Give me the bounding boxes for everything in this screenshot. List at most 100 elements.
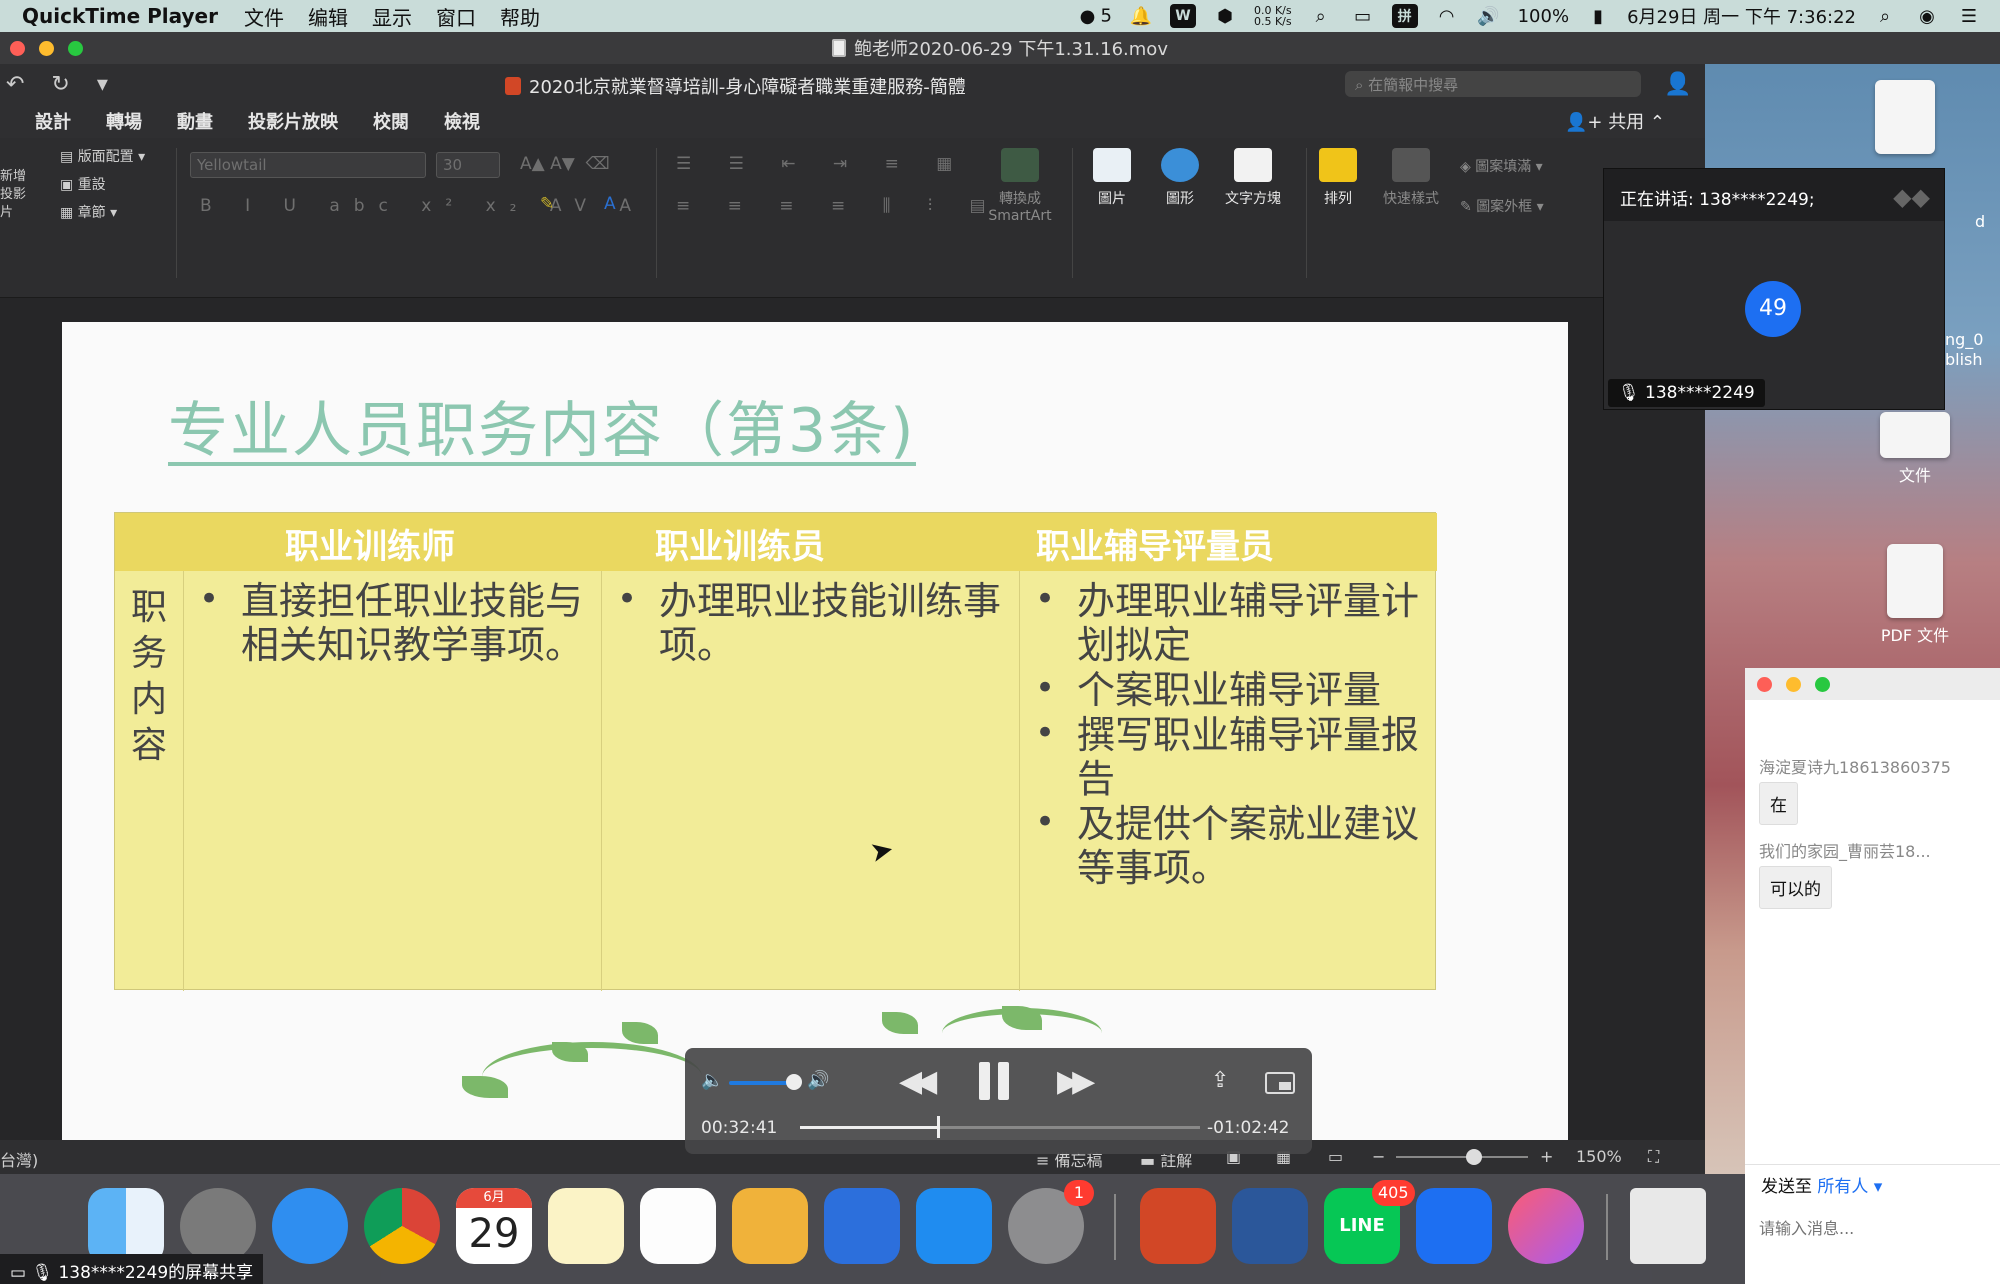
word-icon[interactable] (1232, 1188, 1308, 1264)
menu-view[interactable]: 显示 (372, 2, 412, 31)
chat-minimize-button[interactable] (1786, 677, 1801, 692)
chat-close-button[interactable] (1757, 677, 1772, 692)
volume-slider[interactable] (729, 1081, 793, 1085)
send-to-select[interactable]: 所有人 ▾ (1817, 1177, 1882, 1197)
textbox-button[interactable]: 文字方塊 (1218, 148, 1288, 208)
search-status-icon[interactable]: ⌕ (1308, 4, 1334, 28)
font-size-select[interactable]: 30 (436, 152, 500, 178)
safari-icon[interactable] (272, 1188, 348, 1264)
font-name-select[interactable]: Yellowtail (190, 152, 426, 178)
display-icon[interactable]: ▭ (1350, 4, 1376, 28)
wifi-icon[interactable]: ◠ (1434, 4, 1460, 28)
ppt-search-input[interactable]: ⌕ 在簡報中搜尋 (1345, 71, 1641, 97)
fast-forward-button[interactable]: ▶▶ (1057, 1064, 1095, 1099)
menu-window[interactable]: 窗口 (436, 2, 476, 31)
share-button[interactable]: 👤+ 共用 ⌃ (1565, 108, 1665, 134)
zoom-button[interactable] (68, 41, 83, 56)
list-format-icons[interactable]: ☰ ☰ ⇤ ⇥ ≡ ▦ (676, 154, 968, 174)
volume-low-icon[interactable]: 🔈 (701, 1070, 723, 1091)
zoom-slider-knob[interactable] (1466, 1149, 1482, 1165)
font-color-icon[interactable]: A (604, 194, 616, 214)
calendar-icon[interactable]: 6月 29 (456, 1188, 532, 1264)
scrubber-playhead[interactable] (937, 1116, 940, 1138)
align-icons[interactable]: ≡ ≡ ≡ ≡ ⫼ ⫶ ▤ (676, 196, 1002, 216)
reset-button[interactable]: ▣ 重設 (60, 174, 106, 194)
chat-zoom-button[interactable] (1815, 677, 1830, 692)
notes-app-icon[interactable] (548, 1188, 624, 1264)
tab-design[interactable]: 設計 (35, 108, 71, 134)
zoom-slider[interactable] (1396, 1156, 1528, 1158)
zoom-level[interactable]: 150% (1576, 1147, 1622, 1166)
battery-icon[interactable]: ▮ (1585, 4, 1611, 28)
tab-view[interactable]: 檢視 (444, 108, 480, 134)
highlight-icon[interactable]: ✎ (540, 194, 554, 214)
minimize-button[interactable] (39, 41, 54, 56)
app-store-icon[interactable] (916, 1188, 992, 1264)
tab-review[interactable]: 校閱 (373, 108, 409, 134)
pages-icon[interactable] (732, 1188, 808, 1264)
font-format-icons[interactable]: B I U abc x² x₂ AV A (200, 196, 645, 216)
wps-icon[interactable]: W (1169, 4, 1196, 28)
bell-icon[interactable]: 🔔 (1128, 4, 1154, 28)
desktop-file-pdf[interactable]: PDF 文件 (1855, 544, 1975, 646)
slide-table[interactable]: 职业训练师 职业训练员 职业辅导评量员 职务内容 直接担任职业技能与相关知识教学… (114, 512, 1437, 991)
share-icon[interactable]: ⇪ (1211, 1068, 1229, 1093)
menu-edit[interactable]: 编辑 (308, 2, 348, 31)
shape-outline-button[interactable]: ✎ 圖案外框 ▾ (1460, 196, 1544, 216)
clipboard-icon[interactable]: ⬢ (1212, 4, 1238, 28)
zoom-out-icon[interactable]: − (1372, 1147, 1385, 1166)
spotlight-icon[interactable]: ⌕ (1872, 4, 1898, 28)
clock[interactable]: 6月29日 周一 下午 7:36:22 (1627, 3, 1856, 29)
siri-icon[interactable]: ◉ (1914, 4, 1940, 28)
app-menu[interactable]: QuickTime Player (22, 4, 218, 28)
presenter-view-icon[interactable]: ▭ (1328, 1147, 1343, 1166)
powerpoint-icon[interactable] (1140, 1188, 1216, 1264)
arrange-button[interactable]: 排列 (1308, 148, 1368, 208)
tab-transitions[interactable]: 轉場 (106, 108, 142, 134)
slide-title[interactable]: 专业人员职务内容（第3条) (168, 382, 916, 469)
volume-high-icon[interactable]: 🔊 (807, 1070, 829, 1091)
finder-icon[interactable] (88, 1188, 164, 1264)
notification-center-icon[interactable]: ☰ (1956, 4, 1982, 28)
screen-share-banner[interactable]: ▭ 🎙 138****2249的屏幕共享 (0, 1254, 264, 1284)
volume-icon[interactable]: 🔊 (1476, 4, 1502, 28)
shape-fill-button[interactable]: ◈ 圖案填滿 ▾ (1460, 156, 1543, 176)
quick-style-button[interactable]: 快速樣式 (1376, 148, 1446, 208)
volume-slider-knob[interactable] (786, 1074, 802, 1090)
keynote-icon[interactable] (824, 1188, 900, 1264)
pause-button[interactable] (979, 1062, 1009, 1100)
picture-in-picture-icon[interactable] (1265, 1072, 1295, 1094)
fit-slide-icon[interactable]: ⛶ (1648, 1147, 1659, 1167)
shape-button[interactable]: 圖形 (1150, 148, 1210, 208)
slide[interactable]: 专业人员职务内容（第3条) 职业训练师 职业训练员 职业辅导评量员 职务内容 直… (62, 322, 1568, 1170)
menu-bar: QuickTime Player 文件 编辑 显示 窗口 帮助 ● 5 🔔 W ⬢… (0, 0, 2000, 32)
person-icon[interactable]: 👤 (1664, 72, 1691, 97)
wechat-status[interactable]: ● 5 (1075, 4, 1112, 28)
chrome-icon[interactable] (364, 1188, 440, 1264)
menu-help[interactable]: 帮助 (500, 2, 540, 31)
launchpad-icon[interactable] (180, 1188, 256, 1264)
menu-file[interactable]: 文件 (244, 2, 284, 31)
tab-slideshow[interactable]: 投影片放映 (248, 108, 338, 134)
tab-animations[interactable]: 動畫 (177, 108, 213, 134)
font-grow-shrink-icons[interactable]: A▲ A▼ ⌫ (520, 154, 610, 174)
desktop-sd-card-icon[interactable] (1875, 80, 1935, 158)
reminders-icon[interactable] (640, 1188, 716, 1264)
rewind-button[interactable]: ◀◀ (899, 1064, 937, 1099)
music-icon[interactable] (1508, 1188, 1584, 1264)
desktop-file-doc[interactable]: 文件 (1855, 412, 1975, 486)
chat-message-input[interactable] (1759, 1208, 1989, 1248)
close-button[interactable] (10, 41, 25, 56)
layout-button[interactable]: ▤ 版面配置 ▾ (60, 146, 145, 166)
new-slide-button[interactable]: 新增投影片 (0, 168, 28, 222)
microphone-icon: 🎙 (1618, 383, 1645, 403)
picture-button[interactable]: 圖片 (1082, 148, 1142, 208)
section-button[interactable]: ▦ 章節 ▾ (60, 202, 117, 222)
voovmeeting-icon[interactable] (1416, 1188, 1492, 1264)
minimized-window-thumbnail[interactable] (1630, 1188, 1706, 1264)
zoom-in-icon[interactable]: + (1540, 1147, 1553, 1166)
undo-redo-icons[interactable]: ↶ ↻ ▾ (6, 72, 118, 97)
smartart-button[interactable]: 轉換成SmartArt (980, 148, 1060, 224)
input-method-icon[interactable]: 拼 (1391, 4, 1418, 28)
avatar[interactable]: 49 (1745, 281, 1801, 337)
